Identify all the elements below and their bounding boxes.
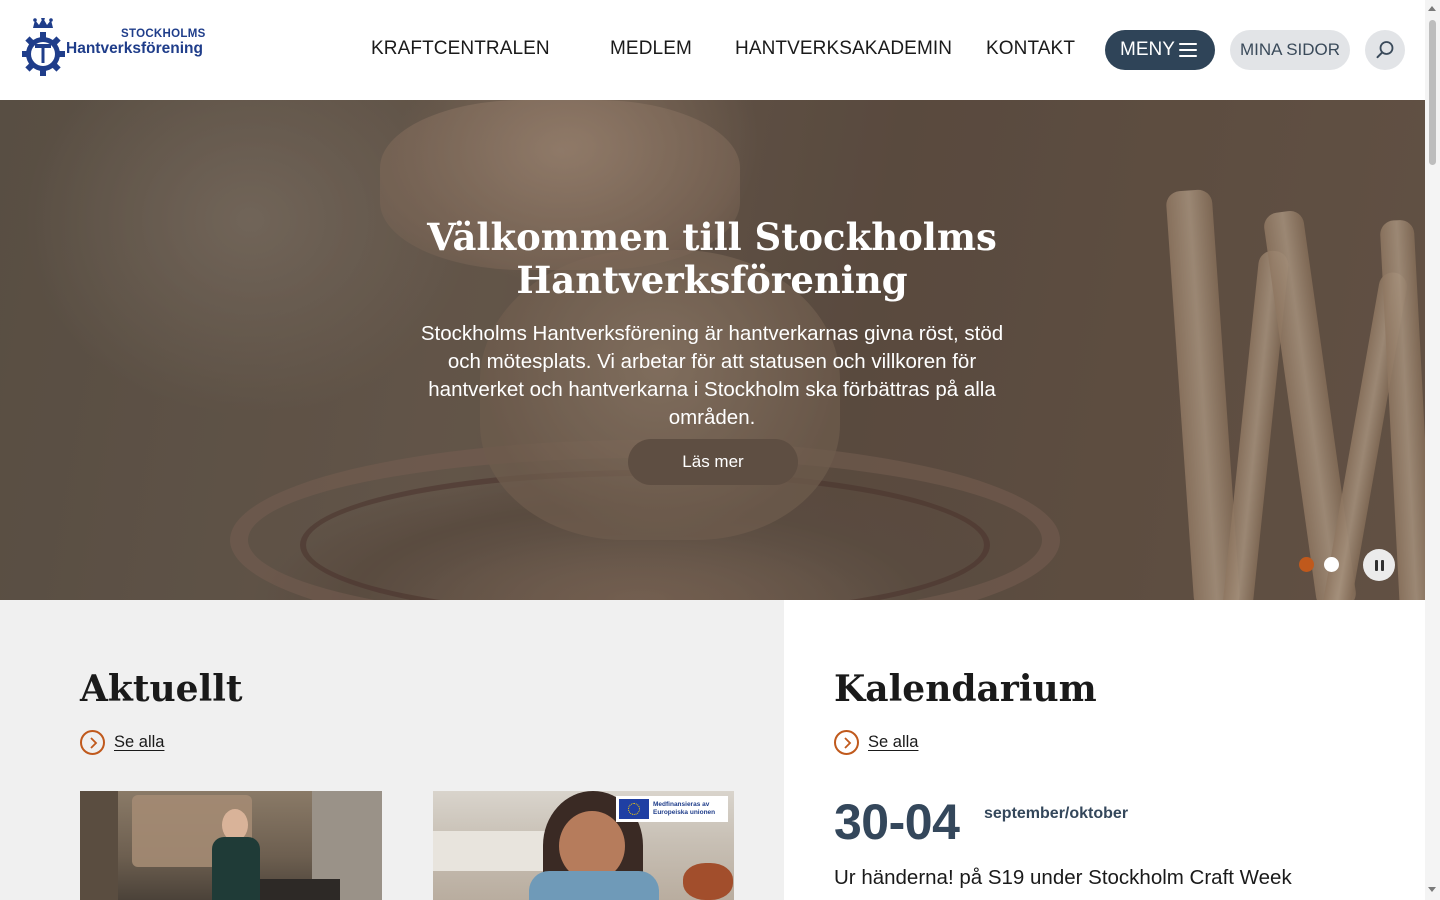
news-card-1-image[interactable] <box>80 791 382 900</box>
event-month: september/oktober <box>984 805 1129 822</box>
chevron-right-circle-icon <box>80 730 105 755</box>
eu-flag-icon <box>619 799 649 819</box>
scrollbar-thumb[interactable] <box>1429 20 1436 165</box>
eu-funding-badge: Medfinansieras av Europeiska unionen <box>616 796 728 822</box>
slider-dot-1[interactable] <box>1299 557 1314 572</box>
chevron-right-circle-icon <box>834 730 859 755</box>
news-see-all-label: Se alla <box>114 733 165 751</box>
site-header: STOCKHOLMS Hantverksförening KRAFTCENTRA… <box>0 0 1425 100</box>
news-title: Aktuellt <box>80 668 243 710</box>
search-icon <box>1376 41 1394 59</box>
event-title[interactable]: Ur händerna! på S19 under Stockholm Craf… <box>834 866 1292 890</box>
news-see-all-link[interactable]: Se alla <box>80 730 164 755</box>
scroll-up-arrow-icon[interactable] <box>1428 6 1436 11</box>
hero-slider: Välkommen till Stockholms Hantverksfören… <box>0 100 1425 600</box>
read-more-button[interactable]: Läs mer <box>628 439 798 485</box>
logo-text-big: Hantverksförening <box>66 40 203 57</box>
pause-icon <box>1374 559 1378 571</box>
logo-text-small: STOCKHOLMS <box>121 28 206 40</box>
hamburger-icon <box>1179 43 1197 57</box>
nav-item-hantverksakademin[interactable]: HANTVERKSAKADEMIN <box>735 38 952 60</box>
hero-text: Stockholms Hantverksförening är hantverk… <box>420 322 1004 429</box>
slider-dot-2[interactable] <box>1324 557 1339 572</box>
logo-link[interactable]: STOCKHOLMS Hantverksförening <box>22 18 224 78</box>
hero-title: Välkommen till Stockholms Hantverksfören… <box>427 215 997 302</box>
scroll-down-arrow-icon[interactable] <box>1428 887 1436 892</box>
nav-item-kontakt[interactable]: KONTAKT <box>986 38 1075 60</box>
mina-sidor-button[interactable]: MINA SIDOR <box>1230 30 1350 70</box>
calendar-see-all-link[interactable]: Se alla <box>834 730 918 755</box>
eu-badge-text: Medfinansieras av Europeiska unionen <box>653 801 716 816</box>
menu-button[interactable]: MENY <box>1105 30 1215 70</box>
calendar-title: Kalendarium <box>834 668 1097 710</box>
news-section: Aktuellt Se alla Medfinansieras av Europ… <box>0 600 784 900</box>
event-date: 30-04 <box>834 794 960 850</box>
news-card-2-image[interactable]: Medfinansieras av Europeiska unionen <box>433 791 734 900</box>
page-scrollbar[interactable] <box>1425 0 1440 900</box>
pause-button[interactable] <box>1363 549 1395 581</box>
nav-item-medlem[interactable]: MEDLEM <box>610 38 692 60</box>
calendar-section: Kalendarium Se alla 30-04 september/okto… <box>784 600 1425 900</box>
nav-item-kraftcentralen[interactable]: KRAFTCENTRALEN <box>371 38 550 60</box>
calendar-see-all-label: Se alla <box>868 733 919 751</box>
logo-emblem-icon <box>22 18 65 76</box>
mina-sidor-label: MINA SIDOR <box>1239 40 1341 59</box>
menu-button-label: MENY <box>1120 39 1175 60</box>
search-button[interactable] <box>1365 30 1405 70</box>
